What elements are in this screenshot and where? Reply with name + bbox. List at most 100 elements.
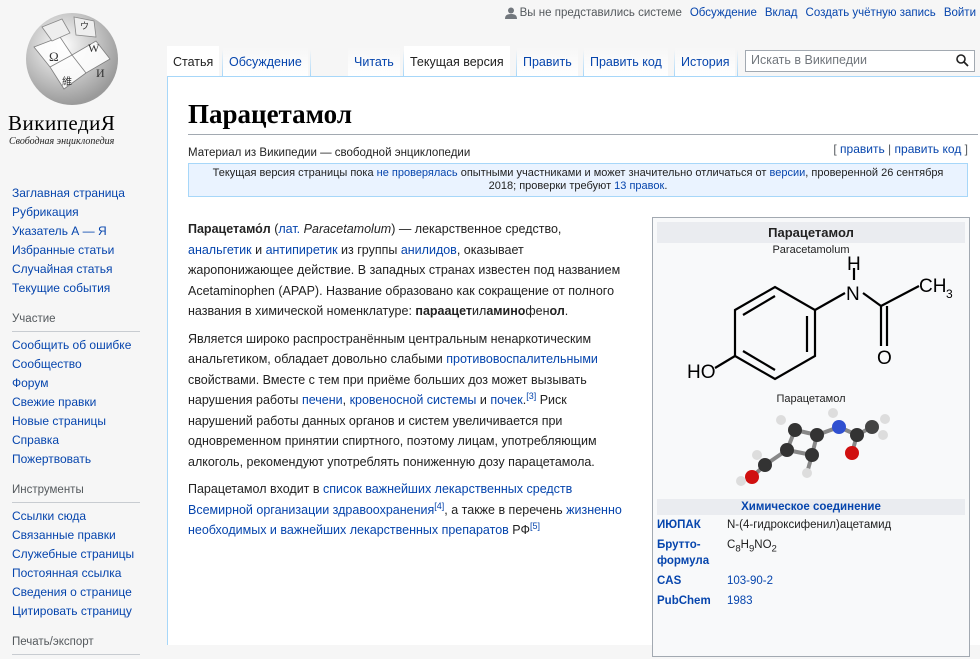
sidebar-item-page-info[interactable]: Сведения о странице <box>12 583 157 602</box>
tab-separator <box>310 50 311 76</box>
tab-history[interactable]: История <box>675 46 736 76</box>
edit-section-link[interactable]: править <box>840 142 885 156</box>
paragraph-pharmacology: Является широко распространённым централ… <box>188 329 628 473</box>
notice-unchecked-link[interactable]: не проверялась <box>377 167 458 179</box>
iupac-link[interactable]: ИЮПАК <box>657 517 727 533</box>
sidebar-item-help[interactable]: Справка <box>12 431 157 450</box>
brutto-formula-value: C8H9NO2 <box>727 537 965 569</box>
svg-text:Ω: Ω <box>49 49 59 64</box>
text: из группы <box>337 242 401 257</box>
pubchem-link[interactable]: PubChem <box>657 593 727 609</box>
sidebar-item-what-links-here[interactable]: Ссылки сюда <box>12 507 157 526</box>
svg-text:И: И <box>96 66 105 80</box>
ball-and-stick-model-image[interactable] <box>657 405 965 495</box>
kidneys-link[interactable]: почек <box>490 393 522 407</box>
cas-link[interactable]: CAS <box>657 573 727 589</box>
text: фен <box>525 304 550 318</box>
notice-version-link[interactable]: версии <box>770 167 806 179</box>
anilides-link[interactable]: анилидов <box>401 243 457 257</box>
sidebar-item-index[interactable]: Указатель А — Я <box>12 222 157 241</box>
reference-3[interactable]: [3] <box>526 391 536 401</box>
sidebar-item-report-error[interactable]: Сообщить об ошибке <box>12 336 157 355</box>
pending-changes-notice: Текущая версия страницы пока не проверял… <box>188 163 968 197</box>
infobox: Парацетамол Paracetamolum N H CH 3 O HO <box>652 217 970 657</box>
antipyretic-link[interactable]: антипиретик <box>266 243 338 257</box>
sidebar-item-special-pages[interactable]: Служебные страницы <box>12 545 157 564</box>
edit-links: [ править | править код ] <box>833 142 968 156</box>
acronym-bold: амино <box>486 304 526 318</box>
infobox-row-pubchem: PubChem 1983 <box>657 591 965 611</box>
text: РФ <box>508 523 530 537</box>
text: , а также в перечень <box>444 502 567 517</box>
edit-code-link[interactable]: править код <box>895 142 962 156</box>
notice-edits-link[interactable]: 13 правок <box>614 180 664 192</box>
text: . <box>564 304 569 318</box>
brutto-formula-link[interactable]: Брутто-формула <box>657 537 727 569</box>
edit-separator: | <box>884 142 895 156</box>
sidebar-item-categories[interactable]: Рубрикация <box>12 203 157 222</box>
text: ) — лекарственное средство, <box>391 222 562 236</box>
sidebar-item-current-events[interactable]: Текущие события <box>12 279 157 298</box>
sidebar-item-donate[interactable]: Пожертвовать <box>12 450 157 469</box>
sidebar-item-random[interactable]: Случайная статья <box>12 260 157 279</box>
sidebar-heading-participation: Участие <box>12 310 140 332</box>
infobox-row-iupac: ИЮПАК N-(4-гидроксифенил)ацетамид <box>657 515 965 535</box>
user-status: Вы не представились системе <box>504 7 682 19</box>
text: и <box>251 242 266 257</box>
acronym-bold: ол <box>549 304 565 318</box>
pubchem-value-link[interactable]: 1983 <box>727 593 965 609</box>
contributions-link[interactable]: Вклад <box>765 7 798 19</box>
site-subtitle: Материал из Википедии — свободной энцикл… <box>188 147 471 159</box>
hydroxyl-label: HO <box>687 362 716 383</box>
sidebar-item-community[interactable]: Сообщество <box>12 355 157 374</box>
sidebar-item-main-page[interactable]: Заглавная страница <box>12 184 157 203</box>
puzzle-globe-icon: Ω W И 維 ウ <box>26 13 118 105</box>
sidebar-heading-tools: Инструменты <box>12 481 140 503</box>
text: Парацетамол входит в <box>188 482 323 496</box>
content-area: Парацетамол Материал из Википедии — своб… <box>167 76 980 657</box>
anti-inflammatory-link[interactable]: противовоспалительными <box>446 352 598 366</box>
text: , <box>342 393 350 407</box>
tab-edit-code[interactable]: Править код <box>584 46 668 76</box>
iupac-value: N-(4-гидроксифенил)ацетамид <box>727 519 892 531</box>
create-account-link[interactable]: Создать учётную запись <box>806 7 936 19</box>
login-link[interactable]: Войти <box>944 7 976 19</box>
sidebar-item-recent-changes[interactable]: Свежие правки <box>12 393 157 412</box>
formula-part: H <box>740 539 749 551</box>
image-caption: Парацетамол <box>776 393 846 405</box>
liver-link[interactable]: печени <box>302 393 343 407</box>
circulatory-system-link[interactable]: кровеносной системы <box>350 393 477 407</box>
tab-read[interactable]: Читать <box>348 46 400 76</box>
reference-4[interactable]: [4] <box>434 500 444 510</box>
tab-talk[interactable]: Обсуждение <box>223 46 308 76</box>
oxygen-label: O <box>877 348 892 369</box>
reference-5[interactable]: [5] <box>530 521 540 531</box>
methyl-label: CH <box>919 276 946 297</box>
talk-link[interactable]: Обсуждение <box>690 7 757 19</box>
search-icon[interactable] <box>956 54 969 67</box>
infobox-row-formula: Брутто-формула C8H9NO2 <box>657 535 965 571</box>
sidebar-item-featured[interactable]: Избранные статьи <box>12 241 157 260</box>
wikipedia-logo[interactable]: Ω W И 維 ウ ВикипедиЯ Свободная энциклопед… <box>0 0 160 160</box>
acronym-bold: параацет <box>415 304 473 318</box>
tab-edit[interactable]: Править <box>517 46 578 76</box>
tab-article[interactable]: Статья <box>167 46 220 76</box>
sidebar-item-new-pages[interactable]: Новые страницы <box>12 412 157 431</box>
search-box[interactable]: Искать в Википедии <box>745 50 975 72</box>
latin-link[interactable]: лат. <box>278 222 300 236</box>
hydrogen-label: H <box>847 256 861 275</box>
page-title: Парацетамол <box>188 99 978 135</box>
tab-current-version[interactable]: Текущая версия <box>404 46 510 76</box>
structural-formula-image[interactable]: N H CH 3 O HO <box>657 256 965 391</box>
analgesic-link[interactable]: анальгетик <box>188 243 252 257</box>
sidebar-item-cite[interactable]: Цитировать страницу <box>12 602 157 621</box>
svg-text:維: 維 <box>62 75 72 88</box>
sidebar-item-related-changes[interactable]: Связанные правки <box>12 526 157 545</box>
sidebar-item-permanent-link[interactable]: Постоянная ссылка <box>12 564 157 583</box>
chemical-compound-link[interactable]: Химическое соединение <box>741 501 881 513</box>
search-input[interactable]: Искать в Википедии <box>751 53 867 67</box>
paragraph-lists: Парацетамол входит в список важнейших ле… <box>188 479 628 541</box>
sidebar-item-forum[interactable]: Форум <box>12 374 157 393</box>
sidebar-nav: Заглавная страница Рубрикация Указатель … <box>12 184 157 298</box>
cas-value-link[interactable]: 103-90-2 <box>727 573 965 589</box>
